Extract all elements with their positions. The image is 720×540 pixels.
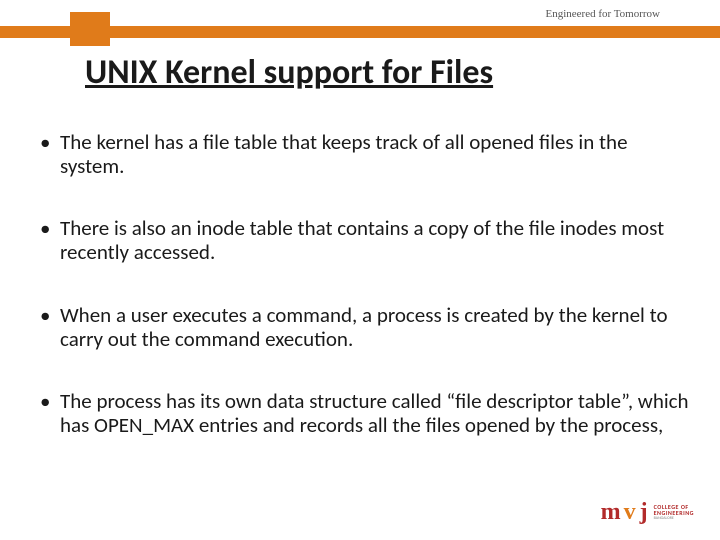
footer-logo: mvj COLLEGE OF ENGINEERING BANGALORE <box>601 499 694 526</box>
bullet-item: • There is also an inode table that cont… <box>36 216 690 264</box>
content-area: • The kernel has a file table that keeps… <box>36 130 690 475</box>
bullet-item: • When a user executes a command, a proc… <box>36 303 690 351</box>
bullet-dot-icon: • <box>36 216 60 264</box>
bullet-text: The process has its own data structure c… <box>60 389 690 437</box>
bullet-dot-icon: • <box>36 130 60 178</box>
bullet-dot-icon: • <box>36 389 60 437</box>
bullet-item: • The process has its own data structure… <box>36 389 690 437</box>
bullet-text: The kernel has a file table that keeps t… <box>60 130 690 178</box>
header-tab <box>70 12 110 46</box>
bullet-text: When a user executes a command, a proces… <box>60 303 690 351</box>
bullet-dot-icon: • <box>36 303 60 351</box>
logo-letter-j: j <box>640 499 648 526</box>
logo-text-block: COLLEGE OF ENGINEERING BANGALORE <box>654 504 694 522</box>
tagline: Engineered for Tomorrow <box>546 8 661 20</box>
logo-letter-v: v <box>624 499 636 526</box>
bullet-item: • The kernel has a file table that keeps… <box>36 130 690 178</box>
bullet-text: There is also an inode table that contai… <box>60 216 690 264</box>
logo-sub: BANGALORE <box>654 517 694 521</box>
slide-title: UNIX Kernel support for Files <box>85 52 493 93</box>
logo-letter-m: m <box>601 499 620 526</box>
